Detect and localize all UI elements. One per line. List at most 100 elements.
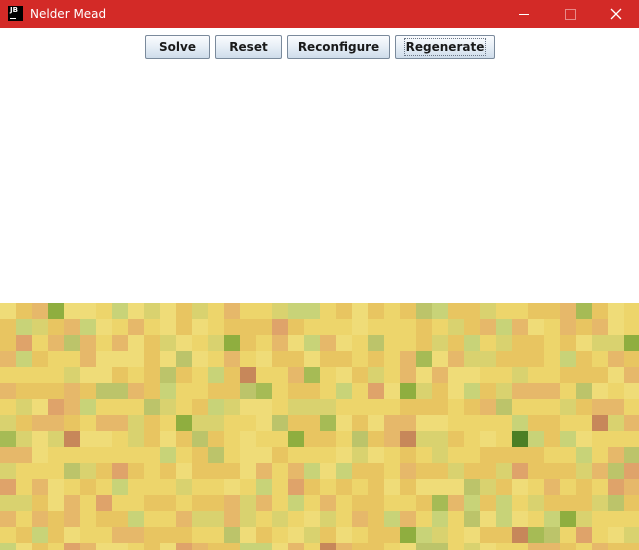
heatmap-tile bbox=[256, 415, 272, 431]
heatmap-tile bbox=[320, 511, 336, 527]
heatmap-tile bbox=[112, 319, 128, 335]
heatmap-tile bbox=[480, 335, 496, 351]
heatmap-tile bbox=[480, 367, 496, 383]
heatmap-tile bbox=[240, 335, 256, 351]
minimize-button[interactable] bbox=[501, 0, 547, 28]
heatmap-tile bbox=[48, 335, 64, 351]
solve-button[interactable]: Solve bbox=[145, 35, 210, 59]
heatmap-tile bbox=[496, 303, 512, 319]
reset-button[interactable]: Reset bbox=[215, 35, 282, 59]
heatmap-tile bbox=[80, 543, 96, 550]
heatmap-tile bbox=[336, 367, 352, 383]
heatmap-tile bbox=[624, 399, 639, 415]
heatmap-tile bbox=[0, 543, 16, 550]
heatmap-tile bbox=[144, 367, 160, 383]
heatmap-tile bbox=[288, 431, 304, 447]
heatmap-tile bbox=[400, 383, 416, 399]
heatmap-tile bbox=[288, 511, 304, 527]
heatmap-tile bbox=[496, 351, 512, 367]
heatmap-tile bbox=[96, 543, 112, 550]
heatmap-tile bbox=[384, 479, 400, 495]
heatmap-tile bbox=[336, 431, 352, 447]
heatmap-tile bbox=[608, 431, 624, 447]
heatmap-tile bbox=[336, 447, 352, 463]
heatmap-tile bbox=[96, 351, 112, 367]
minimize-icon bbox=[519, 13, 529, 15]
heatmap-tile bbox=[32, 543, 48, 550]
heatmap-tile bbox=[208, 431, 224, 447]
heatmap-tile bbox=[608, 543, 624, 550]
heatmap-tile bbox=[176, 351, 192, 367]
heatmap-tile bbox=[352, 383, 368, 399]
heatmap-tile bbox=[352, 367, 368, 383]
regenerate-button-label: Regenerate bbox=[403, 38, 487, 56]
heatmap-tile bbox=[336, 399, 352, 415]
heatmap-tile bbox=[544, 431, 560, 447]
heatmap-tile bbox=[208, 367, 224, 383]
heatmap-tile bbox=[400, 367, 416, 383]
heatmap-tile bbox=[240, 495, 256, 511]
heatmap-tile bbox=[352, 479, 368, 495]
heatmap-tile bbox=[96, 415, 112, 431]
heatmap-tile bbox=[304, 543, 320, 550]
heatmap-tile bbox=[416, 431, 432, 447]
reconfigure-button[interactable]: Reconfigure bbox=[287, 35, 390, 59]
heatmap-tile bbox=[496, 431, 512, 447]
heatmap-tile bbox=[592, 383, 608, 399]
heatmap-tile bbox=[176, 335, 192, 351]
heatmap-tile bbox=[48, 351, 64, 367]
heatmap-tile bbox=[0, 367, 16, 383]
heatmap-tile bbox=[144, 335, 160, 351]
heatmap-tile bbox=[496, 543, 512, 550]
heatmap-tile bbox=[288, 463, 304, 479]
heatmap-tile bbox=[32, 479, 48, 495]
heatmap-tile bbox=[464, 463, 480, 479]
heatmap-tile bbox=[320, 351, 336, 367]
heatmap-tile bbox=[544, 463, 560, 479]
heatmap-tile bbox=[352, 511, 368, 527]
heatmap-tile bbox=[544, 527, 560, 543]
heatmap-tile bbox=[336, 351, 352, 367]
heatmap-tile bbox=[16, 447, 32, 463]
heatmap-tile bbox=[368, 527, 384, 543]
heatmap-tile bbox=[512, 479, 528, 495]
heatmap-tile bbox=[400, 303, 416, 319]
heatmap-tile bbox=[96, 383, 112, 399]
heatmap-tile bbox=[48, 447, 64, 463]
heatmap-tile bbox=[512, 335, 528, 351]
heatmap-tile bbox=[432, 447, 448, 463]
heatmap-tile bbox=[464, 479, 480, 495]
heatmap-tile bbox=[80, 383, 96, 399]
heatmap-tile bbox=[80, 431, 96, 447]
heatmap-tile bbox=[624, 479, 639, 495]
heatmap-tile bbox=[48, 511, 64, 527]
heatmap-tile bbox=[48, 319, 64, 335]
close-button[interactable] bbox=[593, 0, 639, 28]
heatmap-tile bbox=[320, 367, 336, 383]
heatmap-tile bbox=[128, 399, 144, 415]
heatmap-tile bbox=[528, 383, 544, 399]
heatmap-tile bbox=[544, 415, 560, 431]
heatmap-tile bbox=[464, 495, 480, 511]
heatmap-tile bbox=[368, 303, 384, 319]
heatmap-tile bbox=[80, 495, 96, 511]
heatmap-tile bbox=[256, 527, 272, 543]
heatmap-tile bbox=[176, 319, 192, 335]
heatmap-tile bbox=[560, 367, 576, 383]
heatmap-tile bbox=[144, 543, 160, 550]
heatmap-tile bbox=[112, 383, 128, 399]
heatmap-tile bbox=[224, 335, 240, 351]
heatmap-tile bbox=[256, 383, 272, 399]
heatmap-tile bbox=[336, 463, 352, 479]
heatmap-tile bbox=[496, 399, 512, 415]
heatmap-tile bbox=[192, 495, 208, 511]
heatmap-tile bbox=[208, 543, 224, 550]
heatmap-tile bbox=[416, 495, 432, 511]
regenerate-button[interactable]: Regenerate bbox=[395, 35, 495, 59]
heatmap-tile bbox=[0, 415, 16, 431]
heatmap-tile bbox=[80, 463, 96, 479]
heatmap-tile bbox=[160, 479, 176, 495]
heatmap-tile bbox=[192, 431, 208, 447]
maximize-button[interactable] bbox=[547, 0, 593, 28]
heatmap-tile bbox=[112, 351, 128, 367]
